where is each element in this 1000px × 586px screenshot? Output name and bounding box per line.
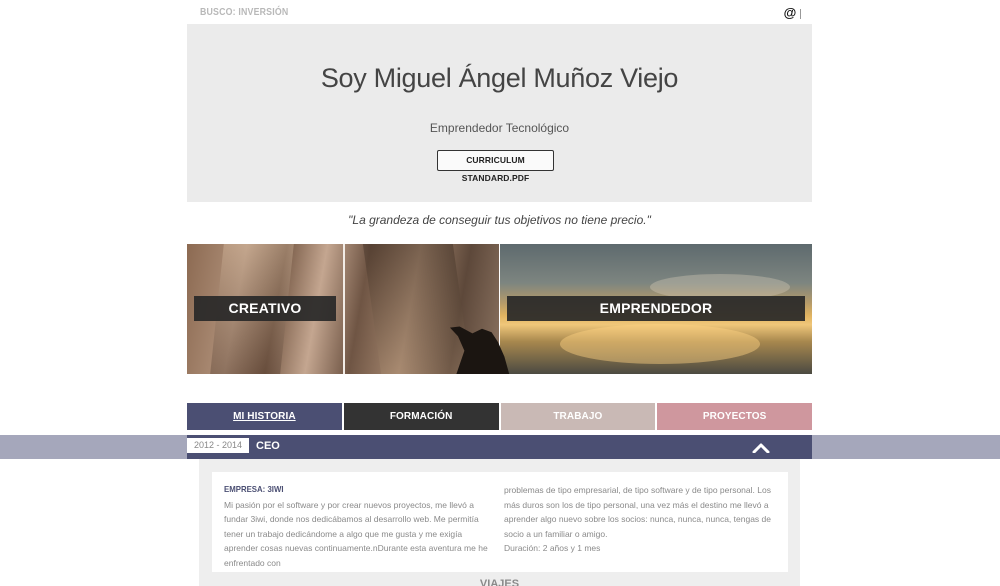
- entry-header[interactable]: 2012 - 2014 CEO: [187, 435, 812, 459]
- entry-text-left: EMPRESA: 3IWI Mi pasión por el software …: [224, 482, 496, 570]
- emprendedor-label: EMPRENDEDOR: [507, 296, 805, 321]
- tab-mi-historia[interactable]: MI HISTORIA: [187, 403, 342, 430]
- top-bar: BUSCO: INVERSIÓN @: [187, 0, 812, 24]
- subtitle-role: Emprendedor Tecnológico: [429, 121, 570, 135]
- description-right: problemas de tipo empresarial, de tipo s…: [504, 485, 771, 539]
- duration-text: Duración: 2 años y 1 mes: [504, 543, 601, 553]
- entry-card: EMPRESA: 3IWI Mi pasión por el software …: [212, 472, 788, 572]
- image-divider: [343, 244, 345, 374]
- entry-title: CEO: [256, 440, 280, 452]
- company-name: EMPRESA: 3IWI: [224, 484, 284, 494]
- cv-download-button[interactable]: CURRICULUM STANDARD.PDF: [437, 150, 554, 183]
- tab-proyectos[interactable]: PROYECTOS: [657, 403, 812, 430]
- rock-image: [362, 244, 472, 374]
- chevron-up-icon[interactable]: [752, 443, 770, 453]
- hero-panel: Soy Miguel Ángel Muñoz Viejo Emprendedor…: [187, 24, 812, 202]
- viajes-heading: VIAJES: [479, 578, 520, 586]
- contact-at-icon[interactable]: @: [782, 5, 798, 21]
- section-tabs: MI HISTORIA FORMACIÓN TRABAJO PROYECTOS: [187, 403, 812, 430]
- tab-formacion[interactable]: FORMACIÓN: [343, 403, 499, 430]
- emprendedor-banner[interactable]: EMPRENDEDOR: [500, 244, 812, 374]
- description-left: Mi pasión por el software y por crear nu…: [224, 499, 488, 568]
- period-badge: 2012 - 2014: [187, 438, 249, 453]
- busco-label: BUSCO: INVERSIÓN: [200, 7, 289, 18]
- tab-trabajo[interactable]: TRABAJO: [500, 403, 656, 430]
- separator: [800, 9, 801, 19]
- creativo-banner[interactable]: CREATIVO: [187, 244, 499, 374]
- page-title: Soy Miguel Ángel Muñoz Viejo: [320, 63, 679, 93]
- creativo-label: CREATIVO: [194, 296, 336, 321]
- quote-text: "La grandeza de conseguir tus objetivos …: [348, 213, 651, 227]
- entry-text-right: problemas de tipo empresarial, de tipo s…: [504, 483, 776, 556]
- cloud-image: [560, 324, 760, 364]
